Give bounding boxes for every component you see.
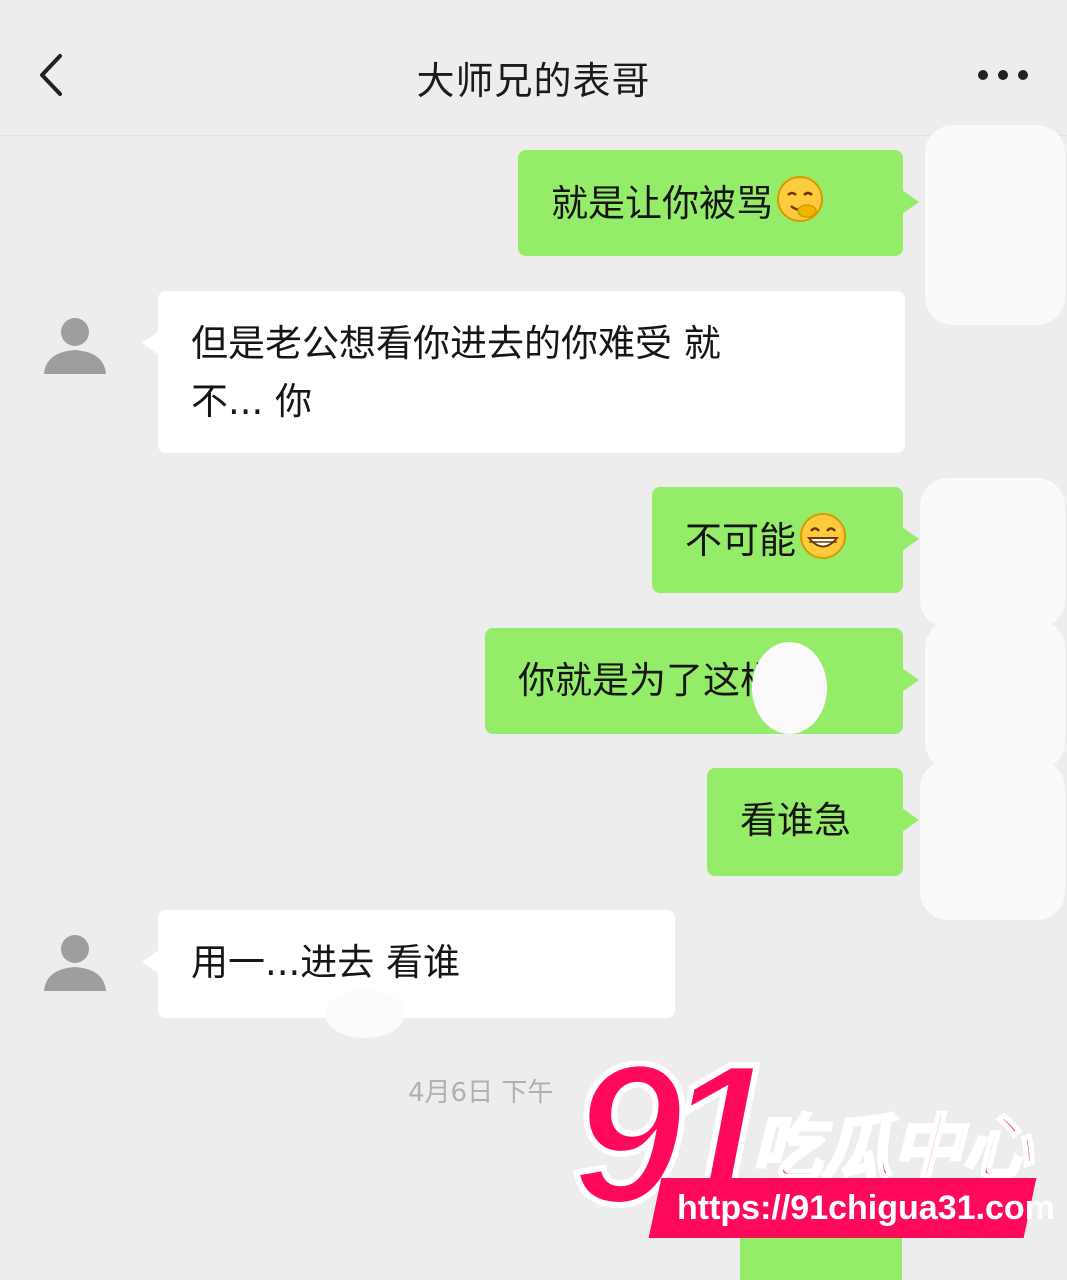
redaction-blob bbox=[325, 990, 405, 1038]
chat-header: 大师兄的表哥 bbox=[0, 0, 1067, 136]
message-bubble-received[interactable]: 但是老公想看你进去的你难受 就 不... 你 bbox=[142, 291, 905, 453]
grin-face-emoji bbox=[800, 513, 846, 559]
message-bubble-received[interactable]: 用一...进去 看谁 bbox=[142, 910, 675, 1018]
message-text: 用一...进去 看谁 bbox=[191, 941, 461, 984]
chat-title: 大师兄的表哥 bbox=[416, 59, 651, 103]
own-avatar-blurred[interactable] bbox=[925, 620, 1065, 770]
message-bubble-sent[interactable]: 你就是为了这样呢 bbox=[485, 628, 919, 734]
message-text: 就是让你被骂 bbox=[551, 182, 773, 225]
message-bubble-sent[interactable]: 不可能 bbox=[652, 487, 919, 593]
message-bubble-sent[interactable]: 看谁急 bbox=[707, 768, 919, 876]
own-avatar-blurred[interactable] bbox=[920, 478, 1065, 628]
default-avatar-icon bbox=[40, 308, 110, 378]
redaction-blob bbox=[752, 642, 827, 734]
watermark-logo-name: 吃瓜中心 bbox=[751, 1107, 1034, 1190]
default-avatar-icon bbox=[40, 925, 110, 995]
own-avatar-blurred[interactable] bbox=[920, 760, 1065, 920]
message-text: 不可能 bbox=[685, 519, 796, 562]
contact-avatar[interactable] bbox=[40, 308, 110, 378]
watermark-url-banner: https://91chigua31.com bbox=[648, 1178, 1055, 1238]
own-avatar-blurred[interactable] bbox=[925, 125, 1065, 325]
more-dots-icon bbox=[978, 70, 1028, 80]
contact-avatar[interactable] bbox=[40, 925, 110, 995]
message-bubble-sent[interactable]: 就是让你被骂 bbox=[518, 150, 919, 256]
more-button[interactable] bbox=[975, 62, 1031, 88]
message-text: 但是老公想看你进去的你难受 就 不... 你 bbox=[191, 322, 721, 423]
message-timestamp: 4月6日 下午 bbox=[408, 1078, 554, 1108]
message-text: 看谁急 bbox=[740, 799, 851, 842]
smirk-face-emoji bbox=[777, 176, 823, 222]
watermark-url-text: https://91chigua31.com bbox=[677, 1189, 1055, 1227]
